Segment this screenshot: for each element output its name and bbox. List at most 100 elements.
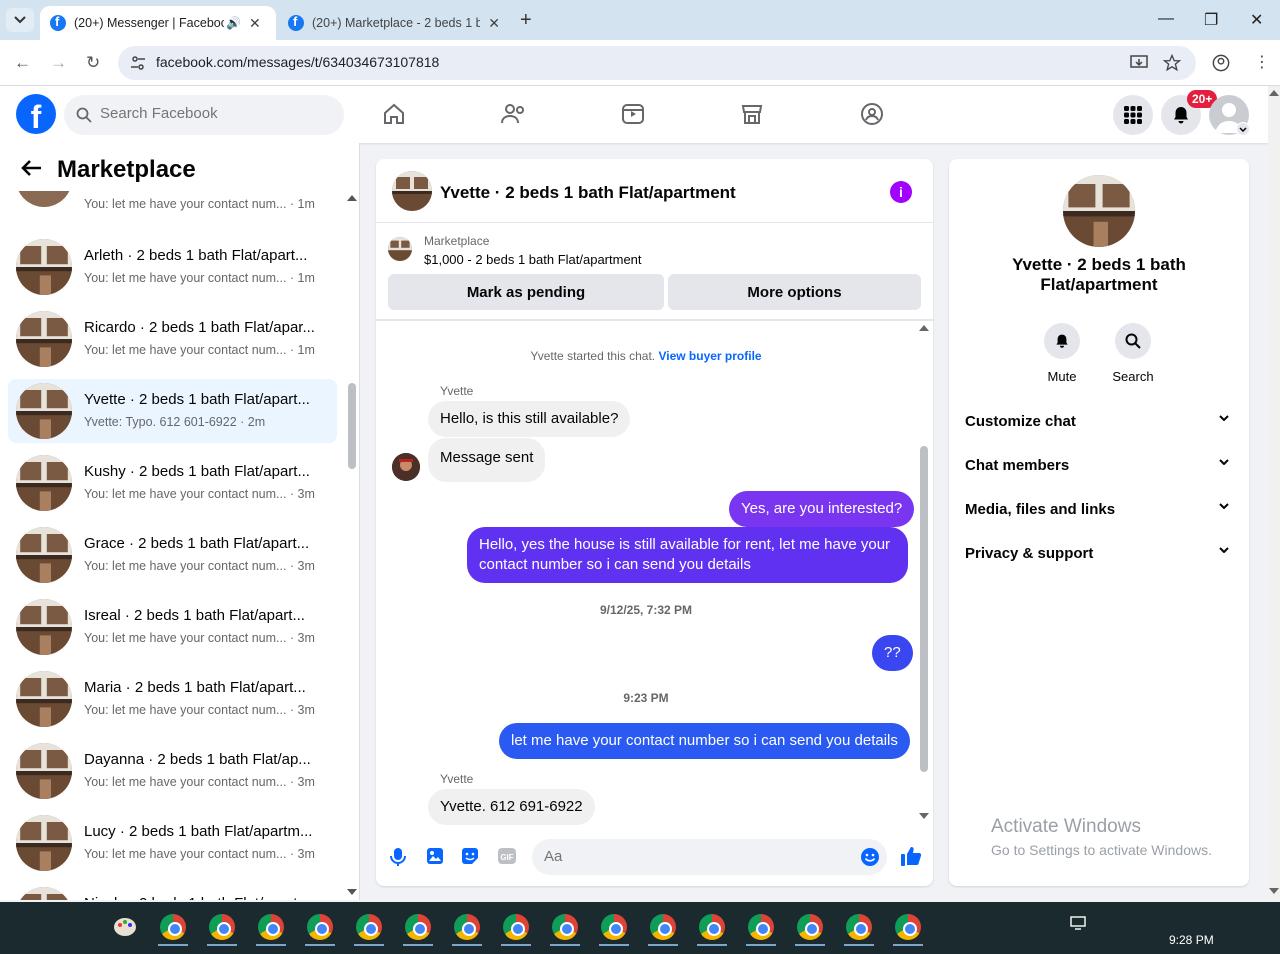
conversation-row[interactable]: Dayanna · 2 beds 1 bath Flat/ap... You: l…: [8, 739, 337, 803]
chrome-taskbar-icon[interactable]: [891, 910, 925, 946]
taskbar-clock[interactable]: 9:28 PM: [1169, 933, 1214, 947]
conversation-row[interactable]: Grace · 2 beds 1 bath Flat/apart... You: …: [8, 523, 337, 587]
chrome-taskbar-icon[interactable]: [597, 910, 631, 946]
site-settings-icon[interactable]: [130, 55, 146, 71]
chrome-taskbar-icon[interactable]: [744, 910, 778, 946]
chrome-taskbar-icon[interactable]: [499, 910, 533, 946]
chrome-taskbar-icon[interactable]: [156, 910, 190, 946]
thumbs-up-icon[interactable]: [900, 845, 922, 867]
network-icon[interactable]: [1070, 916, 1086, 930]
chrome-taskbar-icon[interactable]: [401, 910, 435, 946]
account-menu-chevron[interactable]: [1236, 122, 1250, 136]
restore-icon[interactable]: ❐: [1204, 10, 1218, 30]
speaker-icon[interactable]: 🔊: [226, 16, 241, 30]
conversation-row[interactable]: Yvette · 2 beds 1 bath Flat/apart... Yvet…: [8, 379, 337, 443]
video-icon[interactable]: [621, 102, 645, 126]
bookmark-star-icon[interactable]: [1163, 54, 1181, 72]
tab-marketplace[interactable]: (20+) Marketplace - 2 beds 1 bath ✕: [278, 6, 510, 40]
conversation-row[interactable]: Isreal · 2 beds 1 bath Flat/apart... You:…: [8, 595, 337, 659]
chrome-taskbar-icon[interactable]: [303, 910, 337, 946]
sticker-icon[interactable]: [461, 847, 479, 865]
scroll-down-icon[interactable]: [1269, 888, 1279, 894]
back-arrow-icon[interactable]: [20, 159, 42, 177]
close-tab-icon[interactable]: ✕: [488, 15, 500, 32]
microphone-icon[interactable]: [390, 847, 406, 867]
message-input[interactable]: [544, 848, 844, 865]
listing-price[interactable]: $1,000 - 2 beds 1 bath Flat/apartment: [424, 252, 642, 267]
info-icon[interactable]: i: [890, 181, 912, 203]
chrome-taskbar-icon[interactable]: [548, 910, 582, 946]
message-bubble[interactable]: let me have your contact number so i can…: [499, 723, 910, 759]
message-bubble[interactable]: Hello, is this still available?: [428, 401, 631, 437]
chrome-taskbar-icon[interactable]: [842, 910, 876, 946]
search-action[interactable]: Search: [1103, 323, 1163, 384]
conversation-row[interactable]: Kushy · 2 beds 1 bath Flat/apart... You: …: [8, 451, 337, 515]
chrome-taskbar-icon[interactable]: [695, 910, 729, 946]
facebook-search[interactable]: [64, 95, 344, 135]
sidebar-scrollbar[interactable]: [348, 383, 356, 469]
scroll-down-icon[interactable]: [347, 889, 357, 895]
groups-icon[interactable]: [860, 102, 884, 126]
customize-chat-row[interactable]: Customize chat: [949, 401, 1249, 441]
profile-icon[interactable]: [1212, 54, 1230, 72]
home-icon[interactable]: [382, 102, 406, 126]
media-files-links-row[interactable]: Media, files and links: [949, 489, 1249, 529]
chat-members-row[interactable]: Chat members: [949, 445, 1249, 485]
view-buyer-profile-link[interactable]: View buyer profile: [658, 349, 761, 363]
emoji-icon[interactable]: [860, 847, 880, 867]
marketplace-icon[interactable]: [740, 102, 764, 126]
paint-app-icon[interactable]: [112, 914, 138, 940]
search-icon: [76, 107, 92, 123]
conversation-row[interactable]: Lucy · 2 beds 1 bath Flat/apartm... You: …: [8, 811, 337, 875]
chrome-taskbar-icon[interactable]: [450, 910, 484, 946]
scroll-up-icon[interactable]: [919, 325, 929, 331]
sender-avatar[interactable]: [392, 453, 420, 481]
menu-grid-button[interactable]: [1113, 95, 1153, 135]
scroll-up-icon[interactable]: [1269, 90, 1279, 96]
facebook-logo[interactable]: f: [16, 94, 56, 134]
chrome-taskbar-icon[interactable]: [254, 910, 288, 946]
conversation-row[interactable]: Ricardo · 2 beds 1 bath Flat/apar... You:…: [8, 307, 337, 371]
message-bubble[interactable]: Hello, yes the house is still available …: [467, 527, 908, 583]
tab-messenger[interactable]: (20+) Messenger | Facebook 🔊 ✕: [40, 6, 276, 40]
chat-listing-thumbnail[interactable]: [392, 171, 432, 211]
chrome-taskbar-icon[interactable]: [352, 910, 386, 946]
search-input[interactable]: [100, 105, 320, 122]
conversation-row[interactable]: Nicole · 2 beds 1 bath Flat/apart...: [8, 883, 337, 900]
conversation-row[interactable]: Maria · 2 beds 1 bath Flat/apart... You: …: [8, 667, 337, 731]
mark-as-pending-button[interactable]: Mark as pending: [388, 274, 664, 310]
close-tab-icon[interactable]: ✕: [249, 15, 261, 32]
mute-action[interactable]: Mute: [1032, 323, 1092, 384]
listing-avatar[interactable]: [1063, 175, 1135, 247]
gif-icon[interactable]: GIF: [497, 847, 517, 865]
chrome-taskbar-icon[interactable]: [205, 910, 239, 946]
scroll-up-icon[interactable]: [347, 195, 357, 201]
message-input-wrapper[interactable]: [532, 839, 887, 875]
scroll-down-icon[interactable]: [919, 813, 929, 819]
privacy-support-row[interactable]: Privacy & support: [949, 533, 1249, 573]
kebab-menu-icon[interactable]: ⋮: [1254, 52, 1270, 72]
friends-icon[interactable]: [501, 102, 527, 126]
page-scrollbar[interactable]: [1268, 86, 1280, 900]
tab-search-button[interactable]: [6, 8, 34, 32]
message-bubble[interactable]: Message sent: [428, 438, 546, 482]
chat-scrollbar[interactable]: [920, 446, 928, 772]
message-bubble[interactable]: Yes, are you interested?: [729, 491, 915, 527]
reload-icon[interactable]: ↻: [86, 53, 100, 73]
chrome-taskbar-icon[interactable]: [793, 910, 827, 946]
conversation-row[interactable]: Arleth · 2 beds 1 bath Flat/apart... You:…: [8, 235, 337, 299]
listing-thumbnail[interactable]: [388, 237, 412, 261]
message-bubble[interactable]: Yvette. 612 691-6922: [428, 789, 595, 825]
message-bubble[interactable]: ??: [872, 635, 913, 671]
forward-icon[interactable]: →: [50, 53, 67, 73]
chrome-taskbar-icon[interactable]: [646, 910, 680, 946]
more-options-button[interactable]: More options: [668, 274, 921, 310]
install-app-icon[interactable]: [1130, 55, 1148, 71]
close-window-icon[interactable]: ✕: [1250, 10, 1263, 30]
minimize-icon[interactable]: —: [1158, 10, 1174, 28]
url-bar[interactable]: facebook.com/messages/t/634034673107818: [118, 46, 1196, 80]
back-icon[interactable]: ←: [14, 53, 31, 73]
conversation-snippet: You: let me have your contact num... · 3…: [84, 847, 315, 861]
new-tab-button[interactable]: +: [520, 9, 532, 32]
photo-icon[interactable]: [426, 847, 444, 865]
